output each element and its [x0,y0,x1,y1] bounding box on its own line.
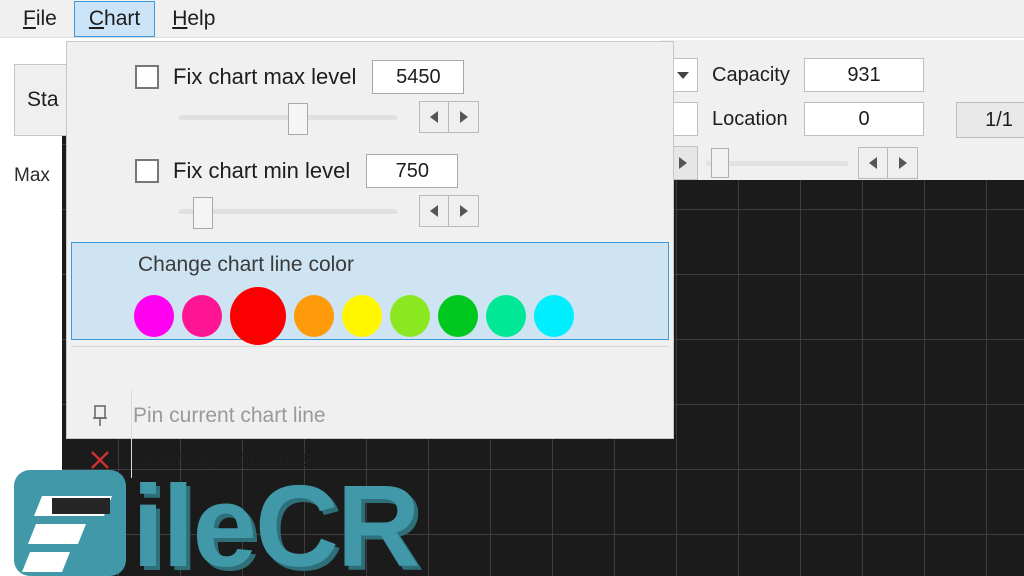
stepper-increment-button[interactable] [449,101,479,133]
menu-chart-mnemonic: C [88,6,105,30]
max-level-slider-row [179,100,479,135]
right-control-panel: Capacity 931 Location 0 1/1 [660,40,1024,180]
color-swatch-yellow[interactable] [342,295,382,337]
min-level-stepper [419,195,479,227]
menu-chart-rest: hart [104,6,141,30]
clear-all-chart-lines-label: Clear all chart lines [133,448,312,471]
location-slider[interactable] [706,148,848,178]
chart-dropdown-menu: Fix chart max level 5450 Fix chart min l… [66,41,675,478]
page-indicator-button[interactable]: 1/1 [956,102,1024,138]
triangle-right-icon [898,157,907,169]
location-label: Location [712,107,788,130]
color-swatch-spring-green[interactable] [486,295,526,337]
triangle-left-icon [430,205,438,217]
capacity-row: Capacity 931 [668,58,924,92]
color-swatch-red[interactable] [230,287,286,345]
application-window: Max 200 150 100 Sta Capac [0,0,1024,576]
menu-help-mnemonic: H [172,6,188,30]
max-level-slider[interactable] [179,100,397,135]
max-level-stepper [419,101,479,133]
fix-max-level-label: Fix chart max level [173,64,357,89]
fix-min-level-field[interactable]: 750 [366,154,459,188]
slider-thumb[interactable] [287,103,308,135]
triangle-right-icon [679,157,687,169]
triangle-left-icon [430,111,438,123]
gridline-horizontal [62,534,1024,535]
menu-file-mnemonic: F [23,6,36,30]
fix-min-level-checkbox[interactable] [135,159,159,183]
triangle-right-icon [459,205,468,217]
menu-item-help[interactable]: Help [157,1,230,37]
stepper-decrement-button[interactable] [858,147,888,179]
fix-max-level-row: Fix chart max level 5450 [135,60,465,94]
fix-min-level-row: Fix chart min level 750 [135,154,459,188]
y-axis-gutter [0,86,62,576]
stepper-increment-button[interactable] [888,147,918,179]
fix-min-level-label: Fix chart min level [173,158,351,183]
pin-current-chart-line-item[interactable]: Pin current chart line [67,394,675,438]
stepper-decrement-button[interactable] [419,195,449,227]
menu-help-rest: elp [187,6,216,30]
color-swatch-magenta[interactable] [134,295,174,337]
stepper-increment-button[interactable] [449,195,479,227]
min-level-slider-row [179,194,479,229]
location-row: Location 0 [668,102,924,136]
pin-icon-svg [93,405,107,426]
pin-current-chart-line-label: Pin current chart line [133,404,326,427]
triangle-right-icon [459,111,468,123]
min-level-slider[interactable] [179,194,397,229]
color-swatch-chartreuse[interactable] [390,295,430,337]
chevron-down-icon [677,71,689,79]
close-x-icon-svg [91,451,109,469]
color-swatch-cyan[interactable] [534,295,574,337]
triangle-left-icon [869,157,877,169]
change-chart-line-color-label: Change chart line color [138,253,354,276]
capacity-field[interactable]: 931 [804,58,924,92]
capacity-label: Capacity [712,63,790,86]
menu-bar: File Chart Help [0,0,1024,38]
fix-max-level-checkbox[interactable] [135,65,159,89]
location-slider-row [668,146,918,180]
stepper-decrement-button[interactable] [419,101,449,133]
color-swatch-orange[interactable] [294,295,334,337]
menu-item-chart[interactable]: Chart [73,0,156,37]
pin-icon [67,404,133,428]
color-swatch-green[interactable] [438,295,478,337]
color-swatch-row [134,287,574,345]
menu-file-rest: ile [35,6,57,30]
change-chart-line-color-item[interactable]: Change chart line color [71,242,669,345]
menu-separator [71,346,669,347]
menu-item-file[interactable]: File [8,1,72,37]
location-stepper [858,147,918,179]
fix-max-level-field[interactable]: 5450 [372,60,465,94]
location-field[interactable]: 0 [804,102,924,136]
color-swatch-pink[interactable] [182,295,222,337]
close-x-icon [67,448,133,472]
slider-thumb[interactable] [192,197,213,229]
clear-all-chart-lines-item[interactable]: Clear all chart lines [67,438,675,482]
y-axis-title: Max [14,165,50,186]
slider-thumb[interactable] [710,148,729,178]
